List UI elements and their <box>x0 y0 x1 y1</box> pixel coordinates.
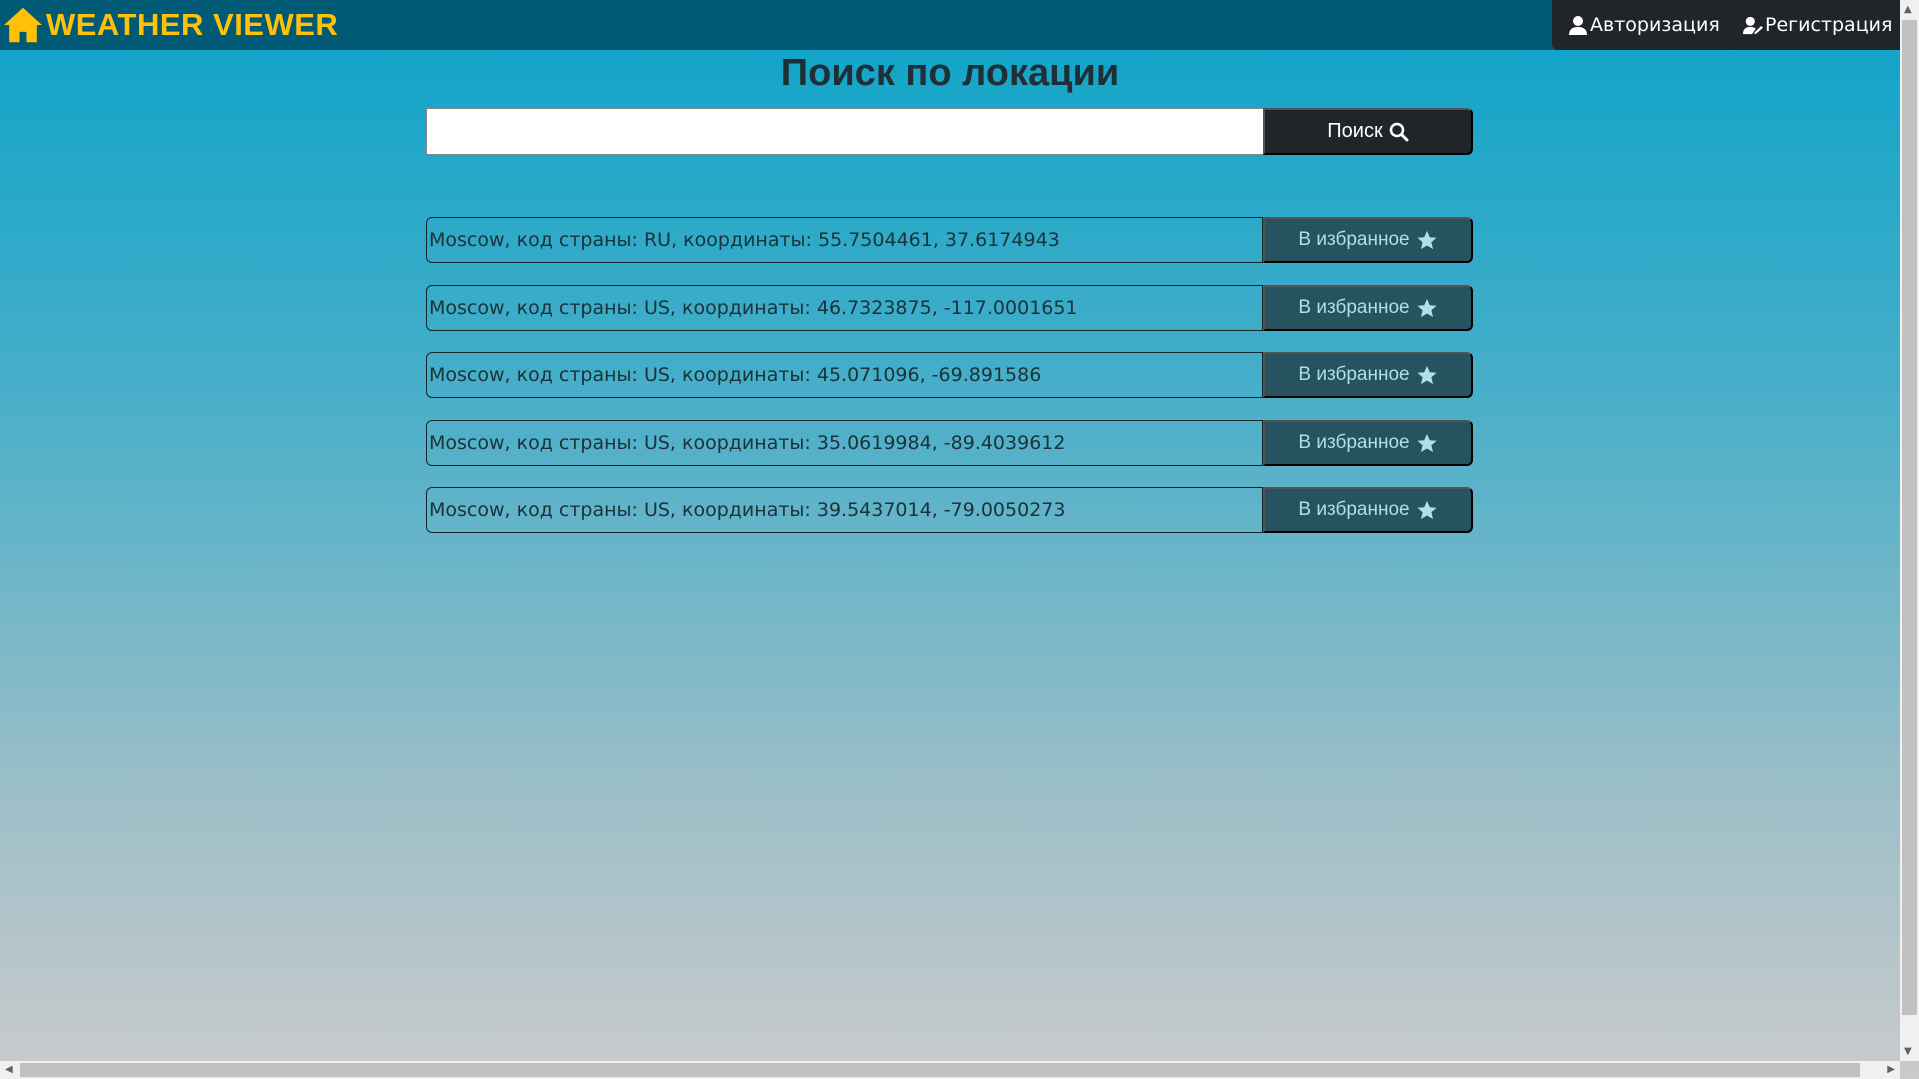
location-text: Moscow, код страны: RU, координаты: 55.7… <box>429 229 1060 251</box>
star-icon <box>1416 365 1437 385</box>
user-pen-icon <box>1743 16 1763 35</box>
favorites-label: В избранное <box>1298 364 1410 385</box>
brand-link[interactable]: WEATHER VIEWER <box>2 6 338 44</box>
location-text: Moscow, код страны: US, координаты: 45.0… <box>429 364 1042 386</box>
location-text: Moscow, код страны: US, координаты: 46.7… <box>429 296 1078 319</box>
login-button[interactable]: Авторизация <box>1552 0 1736 50</box>
user-icon <box>1569 16 1587 35</box>
add-to-favorites-button[interactable]: В избранное <box>1263 419 1473 466</box>
location-result: Moscow, код страны: US, координаты: 39.5… <box>426 487 1263 533</box>
location-text: Moscow, код страны: US, координаты: 35.0… <box>429 431 1066 454</box>
brand-name: WEATHER VIEWER <box>46 7 339 42</box>
register-label: Регистрация <box>1765 14 1893 36</box>
search-input[interactable] <box>426 108 1264 155</box>
star-icon <box>1416 500 1437 520</box>
horizontal-scrollbar[interactable]: ◀ ▶ <box>0 1061 1900 1079</box>
add-to-favorites-button[interactable]: В избранное <box>1263 487 1473 533</box>
horizontal-scroll-thumb[interactable] <box>20 1063 1860 1077</box>
navbar: WEATHER VIEWER Авторизация Регистрация <box>0 0 1909 50</box>
favorites-label: В избранное <box>1298 431 1410 453</box>
favorites-label: В избранное <box>1298 296 1410 318</box>
location-result: Moscow, код страны: US, координаты: 46.7… <box>426 284 1263 331</box>
location-text: Moscow, код страны: US, координаты: 39.5… <box>429 499 1066 521</box>
star-icon <box>1416 298 1437 317</box>
register-button[interactable]: Регистрация <box>1727 0 1909 50</box>
add-to-favorites-button[interactable]: В избранное <box>1263 284 1473 331</box>
page-title: Поиск по локации <box>780 52 1120 94</box>
location-result: Moscow, код страны: US, координаты: 35.0… <box>426 419 1263 466</box>
add-to-favorites-button[interactable]: В избранное <box>1263 217 1473 263</box>
search-button[interactable]: Поиск <box>1263 108 1473 155</box>
star-icon <box>1416 433 1437 452</box>
search-button-label: Поиск <box>1327 120 1383 142</box>
home-icon <box>4 7 42 43</box>
favorites-label: В избранное <box>1298 499 1410 520</box>
add-to-favorites-button[interactable]: В избранное <box>1263 352 1473 398</box>
login-label: Авторизация <box>1590 14 1720 36</box>
favorites-label: В избранное <box>1298 229 1410 250</box>
vertical-scroll-thumb[interactable] <box>1902 20 1917 1015</box>
search-icon <box>1389 122 1409 141</box>
location-result: Moscow, код страны: US, координаты: 45.0… <box>426 352 1263 398</box>
location-result: Moscow, код страны: RU, координаты: 55.7… <box>426 217 1263 263</box>
star-icon <box>1416 230 1437 250</box>
vertical-scrollbar[interactable]: ▲ ▼ <box>1900 0 1919 1061</box>
